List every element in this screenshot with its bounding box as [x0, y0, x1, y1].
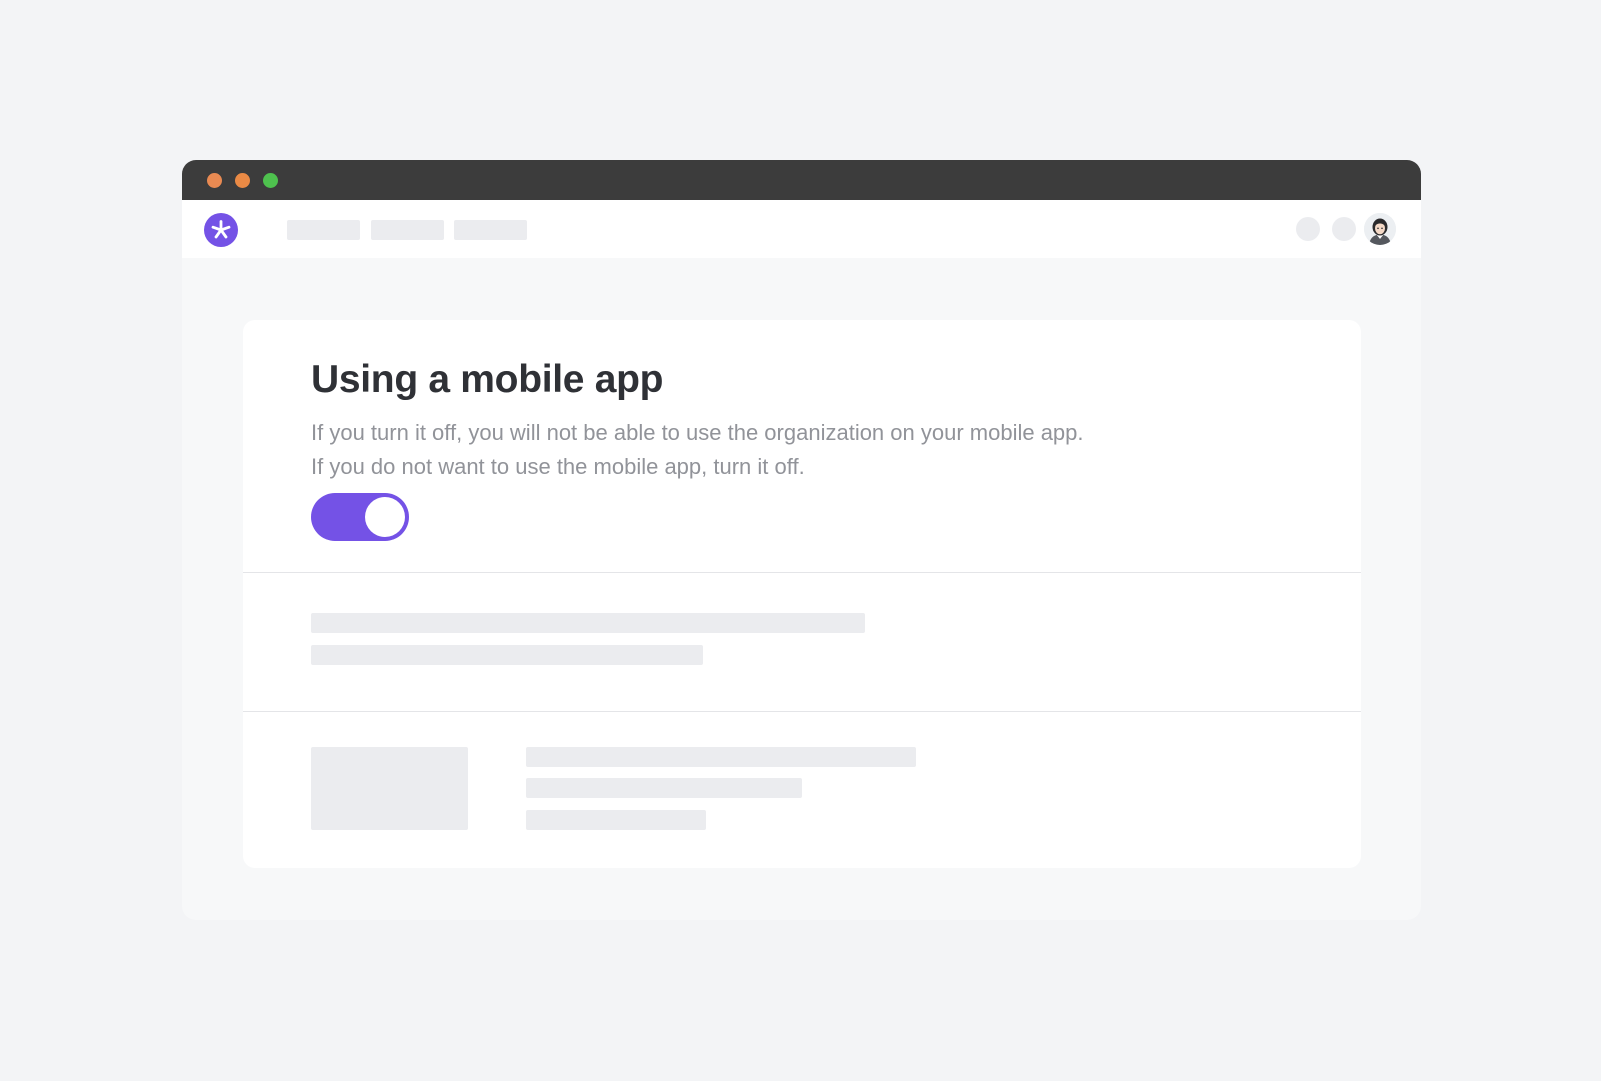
close-window-button[interactable]	[207, 173, 222, 188]
asterisk-logo-icon[interactable]	[204, 213, 238, 247]
top-navbar	[182, 200, 1421, 258]
mobile-app-toggle[interactable]	[311, 493, 409, 541]
placeholder-section	[243, 573, 1361, 712]
header-action-button[interactable]	[1332, 217, 1356, 241]
window-titlebar	[182, 160, 1421, 200]
text-placeholder	[311, 613, 865, 633]
setting-title: Using a mobile app	[311, 358, 664, 401]
user-avatar-icon[interactable]	[1364, 213, 1396, 245]
nav-item-placeholder[interactable]	[371, 220, 444, 240]
setting-description-line-1: If you turn it off, you will not be able…	[311, 420, 1084, 445]
nav-item-placeholder[interactable]	[287, 220, 360, 240]
nav-item-placeholder[interactable]	[454, 220, 527, 240]
text-placeholder	[526, 810, 706, 830]
browser-window: Using a mobile app If you turn it off, y…	[182, 160, 1421, 920]
text-placeholder	[526, 778, 802, 798]
settings-card: Using a mobile app If you turn it off, y…	[243, 320, 1361, 868]
text-placeholder	[526, 747, 916, 767]
image-placeholder	[311, 747, 468, 830]
maximize-window-button[interactable]	[263, 173, 278, 188]
setting-description-line-2: If you do not want to use the mobile app…	[311, 454, 805, 479]
minimize-window-button[interactable]	[235, 173, 250, 188]
toggle-knob	[365, 497, 405, 537]
placeholder-section	[243, 713, 1361, 868]
header-action-button[interactable]	[1296, 217, 1320, 241]
mobile-app-setting-section: Using a mobile app If you turn it off, y…	[243, 320, 1361, 573]
text-placeholder	[311, 645, 703, 665]
